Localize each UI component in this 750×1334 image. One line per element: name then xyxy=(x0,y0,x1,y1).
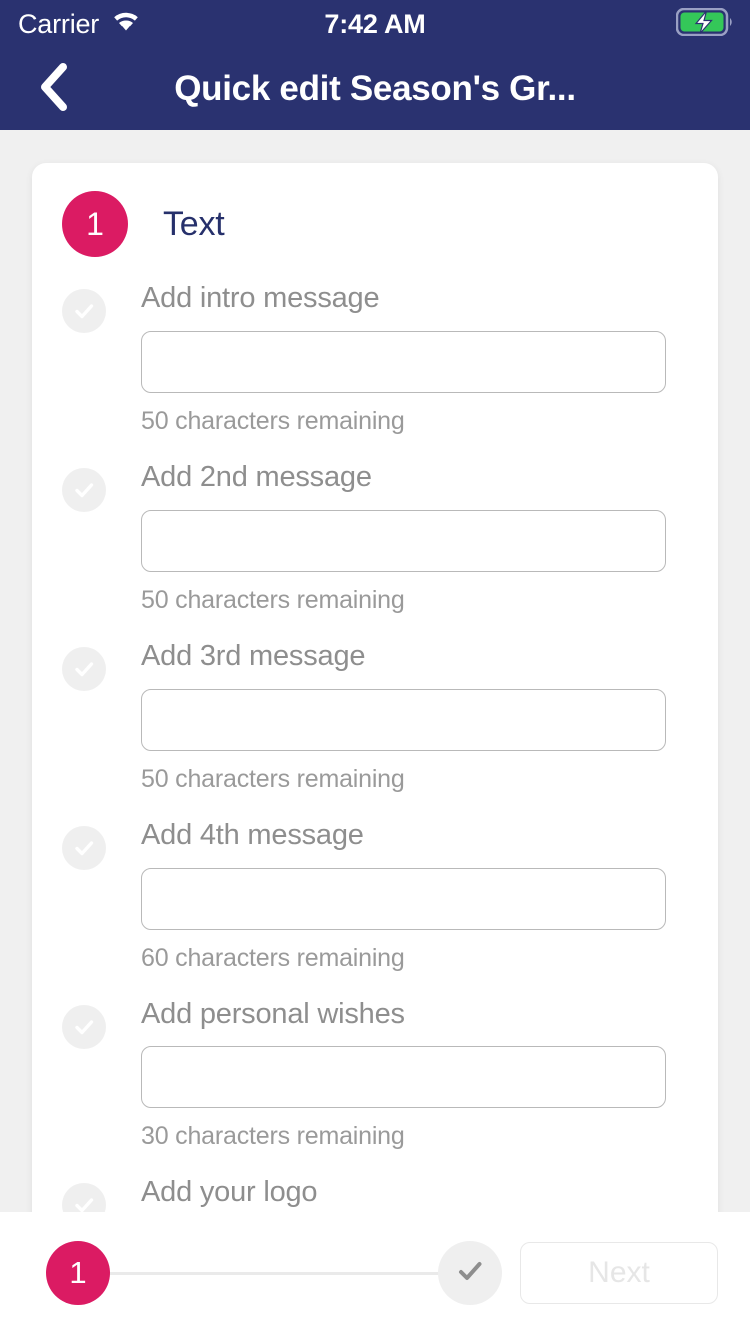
third-message-input[interactable] xyxy=(141,688,666,751)
field-row: Add 3rd message 50 characters remaining xyxy=(32,639,718,794)
intro-message-input[interactable] xyxy=(141,330,666,393)
field-hint: 60 characters remaining xyxy=(141,943,405,972)
field-label: Add personal wishes xyxy=(141,997,405,1030)
field-column: Add intro message 50 characters remainin… xyxy=(141,282,666,436)
field-hint: 50 characters remaining xyxy=(141,406,405,435)
check-circle-icon xyxy=(62,646,106,691)
check-icon xyxy=(453,1254,487,1293)
second-message-input[interactable] xyxy=(141,509,666,572)
battery-charging-icon xyxy=(675,7,734,41)
check-circle-icon xyxy=(62,1183,106,1212)
step-number-badge: 1 xyxy=(62,191,128,257)
field-column: Add 4th message 60 characters remaining xyxy=(141,818,666,973)
field-row: Add personal wishes 30 characters remain… xyxy=(32,997,718,1152)
field-hint: 30 characters remaining xyxy=(141,1122,405,1151)
status-bar: Carrier 7:42 AM xyxy=(0,0,750,48)
check-circle-icon xyxy=(62,825,106,870)
field-hint: 50 characters remaining xyxy=(141,764,405,793)
nav-bar: Quick edit Season's Gr... xyxy=(0,48,750,130)
back-button[interactable] xyxy=(26,61,82,117)
next-button[interactable]: Next xyxy=(520,1242,718,1304)
field-row: Add your logo Upload image xyxy=(32,1177,718,1212)
check-circle-icon xyxy=(62,1004,106,1049)
chevron-left-icon xyxy=(37,62,71,117)
bottom-bar: 1 Next xyxy=(0,1212,750,1334)
progress-step-badge[interactable]: 1 xyxy=(46,1241,110,1305)
progress-connector-line xyxy=(104,1271,444,1275)
content-scroll-area[interactable]: 1 Text Add intro message 50 characters r… xyxy=(0,130,750,1212)
check-circle-icon xyxy=(62,467,106,512)
field-row: Add 2nd message 50 characters remaining xyxy=(32,460,718,615)
page-title: Quick edit Season's Gr... xyxy=(174,69,576,108)
field-column: Add 3rd message 50 characters remaining xyxy=(141,639,666,794)
field-hint: 50 characters remaining xyxy=(141,585,405,614)
fourth-message-input[interactable] xyxy=(141,867,666,930)
step-header: 1 Text xyxy=(32,163,718,257)
field-row: Add intro message 50 characters remainin… xyxy=(32,282,718,436)
app-root: Carrier 7:42 AM Quick edit Season's Gr..… xyxy=(0,0,750,1334)
field-column: Add 2nd message 50 characters remaining xyxy=(141,460,666,615)
status-bar-time: 7:42 AM xyxy=(324,8,426,39)
step-progress: 1 xyxy=(46,1241,502,1305)
check-circle-icon xyxy=(62,289,106,333)
personal-wishes-input[interactable] xyxy=(141,1046,666,1109)
field-label: Add intro message xyxy=(141,282,380,314)
field-label: Add 4th message xyxy=(141,818,364,851)
field-label: Add 2nd message xyxy=(141,460,372,493)
field-label: Add 3rd message xyxy=(141,639,366,672)
progress-finish-step[interactable] xyxy=(438,1241,502,1305)
field-label: Add your logo xyxy=(141,1176,318,1209)
field-column: Add your logo Upload image xyxy=(141,1177,666,1212)
field-column: Add personal wishes 30 characters remain… xyxy=(141,997,666,1152)
form-card: 1 Text Add intro message 50 characters r… xyxy=(32,163,718,1212)
status-bar-right xyxy=(675,7,734,41)
step-title: Text xyxy=(163,204,225,243)
field-row: Add 4th message 60 characters remaining xyxy=(32,818,718,973)
